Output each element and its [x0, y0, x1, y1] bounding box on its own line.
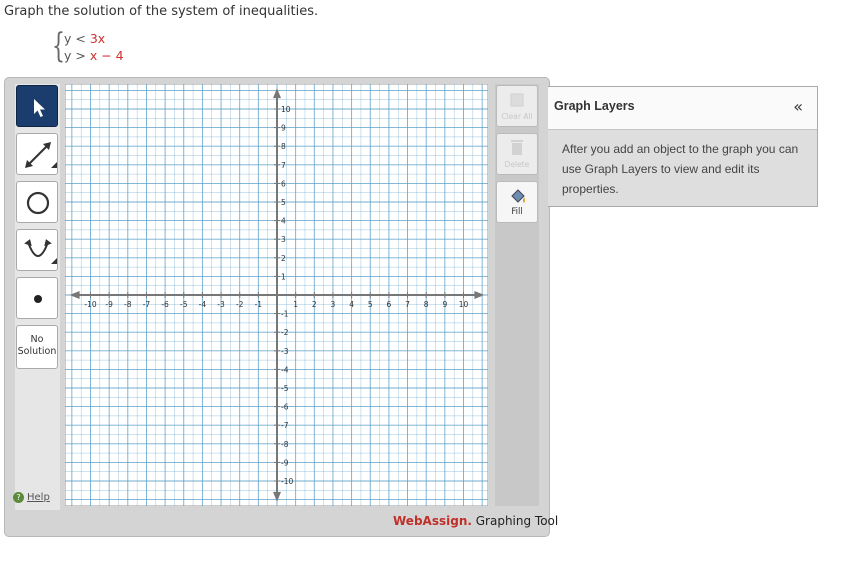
brand-graphing-tool: Graphing Tool: [471, 514, 559, 528]
x-tick-label: 4: [349, 300, 354, 309]
line-tool-button[interactable]: [16, 133, 58, 175]
webassign-brand: WebAssign. Graphing Tool: [393, 514, 558, 528]
point-icon: [34, 295, 42, 303]
parabola-icon: [24, 239, 57, 264]
ineq1-rhs: 3x: [89, 31, 106, 46]
point-tool-button[interactable]: [16, 277, 58, 319]
x-tick-label: -10: [84, 300, 96, 309]
inequality-1: y < 3x: [64, 31, 105, 46]
y-tick-label: 1: [281, 272, 286, 281]
x-tick-label: -7: [143, 300, 151, 309]
no-solution-label-2: Solution: [17, 346, 57, 357]
delete-button[interactable]: Delete: [496, 133, 538, 175]
y-tick-label: 8: [281, 142, 286, 151]
y-tick-label: 4: [281, 217, 286, 226]
x-tick-label: -5: [180, 300, 188, 309]
fill-button[interactable]: Fill: [496, 181, 538, 223]
pointer-icon: [34, 99, 45, 117]
x-tick-label: 8: [424, 300, 429, 309]
brand-webassign: WebAssign.: [393, 514, 472, 528]
collapse-icon[interactable]: «: [793, 97, 803, 116]
ineq1-lhs: y: [64, 31, 72, 46]
delete-label: Delete: [504, 160, 530, 169]
ineq2-lhs: y: [64, 48, 72, 63]
y-tick-label: -3: [281, 347, 289, 356]
pointer-tool-button[interactable]: [16, 85, 58, 127]
tool-palette: No Solution: [15, 84, 60, 510]
x-tick-label: 6: [387, 300, 392, 309]
y-tick-label: 10: [281, 105, 291, 114]
y-tick-label: 7: [281, 161, 286, 170]
y-tick-label: -2: [281, 328, 289, 337]
clear-all-label: Clear All: [501, 112, 533, 121]
graph-layers-panel: Graph Layers « After you add an object t…: [548, 86, 818, 207]
y-tick-label: -6: [281, 403, 289, 412]
y-tick-label: 2: [281, 254, 286, 263]
y-tick-label: 3: [281, 235, 286, 244]
x-tick-label: -3: [217, 300, 225, 309]
fill-label: Fill: [511, 207, 523, 217]
graph-layers-help-text: After you add an object to the graph you…: [562, 142, 799, 196]
x-tick-label: -6: [161, 300, 169, 309]
y-tick-label: -5: [281, 384, 289, 393]
trash-icon: [511, 140, 523, 155]
x-tick-label: 9: [442, 300, 447, 309]
ineq2-relation: >: [75, 48, 86, 63]
x-tick-label: 7: [405, 300, 410, 309]
ineq2-rhs: x − 4: [89, 48, 124, 63]
problem-prompt: Graph the solution of the system of ineq…: [4, 4, 319, 19]
y-tick-label: 6: [281, 179, 286, 188]
graph-layers-header: Graph Layers «: [548, 87, 817, 130]
x-tick-label: -9: [105, 300, 113, 309]
x-tick-label: 3: [331, 300, 336, 309]
y-tick-label: 5: [281, 198, 286, 207]
y-tick-label: -4: [281, 365, 289, 374]
help-link[interactable]: ? Help: [13, 492, 50, 503]
help-label: Help: [27, 492, 50, 503]
clear-all-icon: [510, 93, 524, 107]
x-tick-label: 5: [368, 300, 373, 309]
paint-bucket-icon: [511, 189, 525, 203]
action-column: Clear All Delete Fill: [495, 84, 539, 506]
graph-canvas[interactable]: -10 -9 -8 -7 -6 -5 -4 -3 -2 -1 1 2 3 4 5 6 7 8 9 10 10 9 8 7 6 5 4…: [65, 84, 488, 506]
circle-icon: [26, 191, 50, 215]
circle-tool-button[interactable]: [16, 181, 58, 223]
y-tick-label: -8: [281, 440, 289, 449]
parabola-tool-button[interactable]: [16, 229, 58, 271]
x-tick-label: 2: [312, 300, 317, 309]
x-tick-label: 1: [293, 300, 298, 309]
help-icon: ?: [13, 492, 24, 503]
y-tick-label: -7: [281, 421, 289, 430]
line-icon: [25, 142, 57, 168]
clear-all-button[interactable]: Clear All: [496, 85, 538, 127]
no-solution-button[interactable]: No Solution: [16, 325, 58, 369]
x-tick-label: -2: [236, 300, 244, 309]
y-tick-label: -10: [281, 477, 293, 486]
y-tick-label: -1: [281, 310, 289, 319]
x-tick-label: -4: [199, 300, 207, 309]
y-tick-label: 9: [281, 124, 286, 133]
inequality-2: y > x − 4: [64, 48, 124, 63]
graph-layers-title: Graph Layers: [554, 99, 635, 113]
y-tick-label: -9: [281, 458, 289, 467]
ineq1-relation: <: [75, 31, 86, 46]
no-solution-label-1: No: [30, 334, 44, 345]
x-tick-label: -8: [124, 300, 132, 309]
x-tick-label: 10: [459, 300, 469, 309]
x-tick-label: -1: [255, 300, 263, 309]
